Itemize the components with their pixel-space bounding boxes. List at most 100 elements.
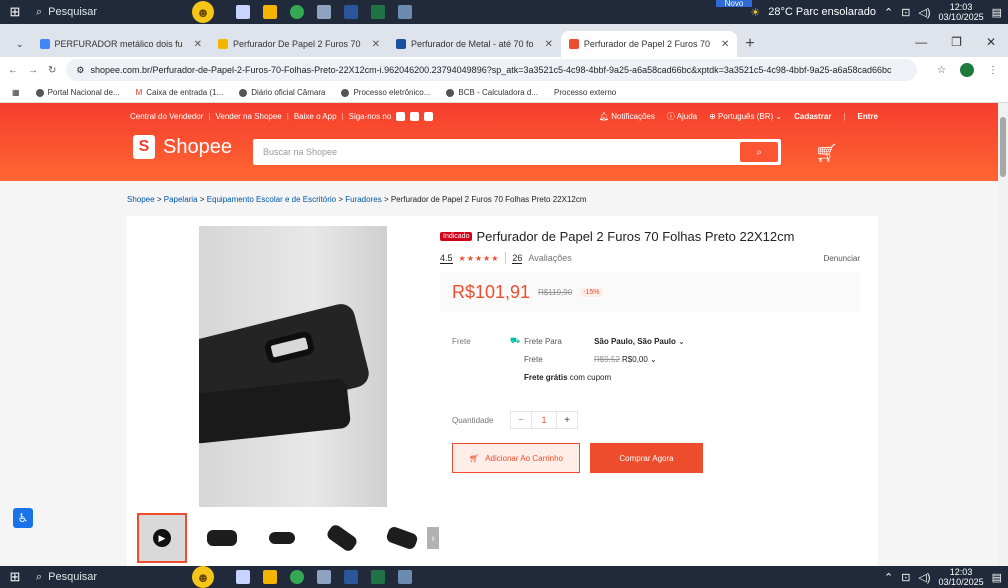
bookmark-item[interactable]: Processo eletrônico... [341,88,430,97]
tray-chevron-icon[interactable]: ⌃ [884,6,893,19]
task-view-icon[interactable] [236,5,250,19]
instagram-icon[interactable] [410,112,420,121]
rating-value[interactable]: 4.5 [440,253,453,264]
close-tab-icon[interactable]: ✕ [372,39,380,50]
chrome-icon[interactable] [290,5,304,19]
reload-icon[interactable]: ↻ [48,65,56,76]
close-window-icon[interactable]: ✕ [986,35,996,49]
notification-icon[interactable]: ▤ [992,6,1002,19]
file-explorer-icon[interactable] [263,5,277,19]
download-app-link[interactable]: Baixe o App [294,112,337,121]
windows-start-icon[interactable]: ⊞ [0,0,30,24]
shopee-search-input[interactable]: Buscar na Shopee ⌕ [253,139,781,165]
tray-volume-icon[interactable]: ◁) [918,6,930,19]
thumbnail-video[interactable]: ▶ [137,513,187,563]
seller-center-link[interactable]: Central do Vendedor [130,112,203,121]
breadcrumb-link[interactable]: Equipamento Escolar e de Escritório [207,195,336,204]
back-icon[interactable]: ← [8,65,18,76]
word-icon[interactable] [344,570,358,584]
file-explorer-icon[interactable] [263,570,277,584]
decrement-button[interactable]: − [511,412,531,428]
browser-tab[interactable]: Perfurador de Metal - até 70 fo ✕ [388,31,561,57]
browser-tab[interactable]: PERFURADOR metálico dois fu ✕ [32,31,210,57]
new-tab-button[interactable]: + [737,35,762,57]
minimize-icon[interactable]: — [915,35,927,49]
register-link[interactable]: Cadastrar [794,112,831,121]
calculator-icon[interactable] [398,570,412,584]
shipping-destination[interactable]: São Paulo, São Paulo ⌄ [594,337,685,346]
browser-tab-active[interactable]: Perfurador de Papel 2 Furos 70 ✕ [560,31,738,57]
language-selector[interactable]: ⊕ Português (BR) ⌄ [709,112,782,121]
bookmark-item[interactable]: BCB - Calculadora d... [446,88,538,97]
notification-icon[interactable]: ▤ [992,571,1002,584]
close-tab-icon[interactable]: ✕ [721,39,729,50]
taskbar-search[interactable]: ⌕ Pesquisar [30,571,160,584]
product-info: Indicado Perfurador de Papel 2 Furos 70 … [440,229,860,473]
close-tab-icon[interactable]: ✕ [194,39,202,50]
smiley-icon[interactable]: ☻ [192,1,214,23]
shipping-cost[interactable]: R$9,52 R$0,00 ⌄ [594,355,657,364]
tray-network-icon[interactable]: ⊡ [901,571,910,584]
cart-icon[interactable]: 🛒︎ [815,143,838,164]
shopee-logo[interactable]: S Shopee [133,135,232,159]
scroll-thumb[interactable] [1000,117,1006,177]
word-icon[interactable] [344,5,358,19]
bookmark-item[interactable]: Portal Nacional de... [35,88,120,97]
accessibility-icon[interactable]: ♿︎ [13,508,33,528]
thumbnail[interactable] [197,513,247,563]
login-link[interactable]: Entre [858,112,878,121]
chrome-icon[interactable] [290,570,304,584]
breadcrumb-link[interactable]: Shopee [127,195,155,204]
add-to-cart-button[interactable]: 🛒︎ Adicionar Ao Carrinho [452,443,580,473]
smiley-icon[interactable]: ☻ [192,566,214,588]
increment-button[interactable]: + [557,412,577,428]
report-link[interactable]: Denunciar [824,254,860,263]
bookmark-item[interactable]: Diário oficial Câmara [239,88,325,97]
url-field[interactable]: ⚙ shopee.com.br/Perfurador-de-Papel-2-Fu… [66,59,918,81]
notifications-link[interactable]: 🔔︎ Notificações [599,112,655,121]
close-tab-icon[interactable]: ✕ [545,39,553,50]
site-info-icon[interactable]: ⚙ [76,65,84,76]
tiktok-icon[interactable] [424,112,434,121]
bookmark-item[interactable]: M Caixa de entrada (1... [136,88,224,97]
store-icon[interactable] [317,5,331,19]
profile-avatar[interactable] [960,63,974,77]
help-link[interactable]: ⓘ Ajuda [667,111,697,122]
apps-grid-icon[interactable]: ▦ [12,88,20,97]
reviews-count[interactable]: 26 [512,253,523,264]
browser-tab[interactable]: Perfurador De Papel 2 Furos 70 ✕ [210,31,388,57]
excel-icon[interactable] [371,570,385,584]
clock[interactable]: 12:03 03/10/2025 [939,567,984,587]
calculator-icon[interactable] [398,5,412,19]
store-icon[interactable] [317,570,331,584]
clock[interactable]: 12:03 03/10/2025 [939,2,984,22]
product-main-image[interactable] [199,226,387,507]
excel-icon[interactable] [371,5,385,19]
chevron-right-icon[interactable]: › [427,527,439,549]
task-view-icon[interactable] [236,570,250,584]
breadcrumb-link[interactable]: Papelaria [164,195,198,204]
sell-link[interactable]: Vender na Shopee [215,112,281,121]
menu-icon[interactable]: ⋮ [988,65,998,76]
buy-now-button[interactable]: Comprar Agora [590,443,703,473]
clock-time: 12:03 [949,2,973,12]
taskbar-search[interactable]: ⌕ Pesquisar [30,6,160,19]
bookmark-star-icon[interactable]: ☆ [937,65,946,76]
thumbnail[interactable] [317,513,367,563]
tray-network-icon[interactable]: ⊡ [901,6,910,19]
search-button[interactable]: ⌕ [740,142,778,162]
weather-text[interactable]: 28°C Parc ensolarado [768,6,876,18]
tray-volume-icon[interactable]: ◁) [918,571,930,584]
forward-icon[interactable]: → [28,65,38,76]
thumbnail[interactable] [257,513,307,563]
page-scrollbar[interactable] [998,103,1008,566]
tray-chevron-icon[interactable]: ⌃ [884,571,893,584]
breadcrumb-link[interactable]: Furadores [345,195,381,204]
tab-list-dropdown[interactable]: ⌄ [8,31,32,57]
thumbnail[interactable] [377,513,427,563]
facebook-icon[interactable] [396,112,406,121]
windows-start-icon[interactable]: ⊞ [0,566,30,588]
bookmark-item[interactable]: Processo externo [554,88,616,97]
restore-icon[interactable]: ❐ [951,35,962,49]
quantity-input[interactable]: 1 [531,412,557,428]
